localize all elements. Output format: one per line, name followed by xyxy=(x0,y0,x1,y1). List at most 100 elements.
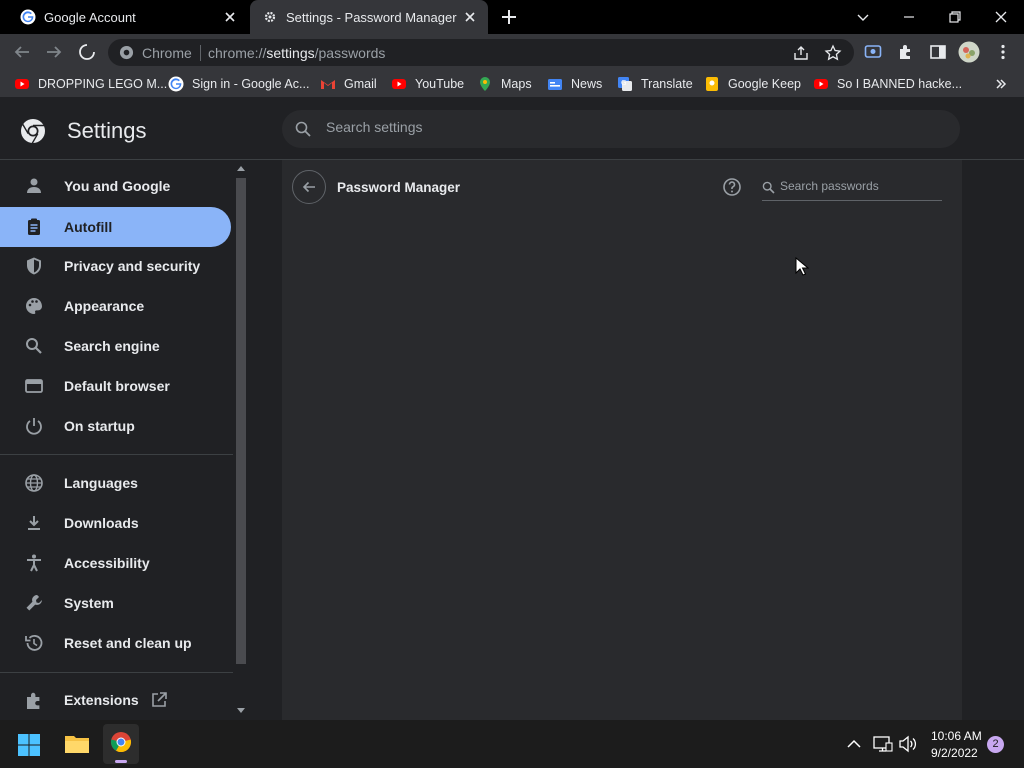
sidebar-item-downloads[interactable]: Downloads xyxy=(0,503,231,543)
omnibox-chip: Chrome xyxy=(142,45,192,61)
sidebar-item-default-browser[interactable]: Default browser xyxy=(0,366,231,406)
sidebar-scrollbar[interactable] xyxy=(233,160,249,720)
gear-icon xyxy=(264,11,276,23)
bookmark-label: News xyxy=(571,77,603,91)
settings-header: Settings xyxy=(0,98,1024,160)
forward-icon[interactable] xyxy=(43,41,65,63)
omnibox-url: chrome://settings/passwords xyxy=(208,45,385,61)
news-icon xyxy=(548,79,562,90)
taskbar-chrome-active[interactable] xyxy=(103,724,139,764)
side-panel-icon[interactable] xyxy=(929,43,947,61)
bookmark-item[interactable]: News xyxy=(547,76,602,92)
bookmark-item[interactable]: DROPPING LEGO M... xyxy=(14,76,167,92)
url-host: settings xyxy=(266,45,315,61)
browser-icon xyxy=(25,379,43,393)
bookmark-star-icon[interactable] xyxy=(824,44,842,62)
youtube-icon xyxy=(392,79,406,89)
search-icon xyxy=(295,121,311,137)
tab-google-account[interactable]: Google Account xyxy=(0,0,248,34)
clock-date[interactable]: 9/2/2022 xyxy=(931,746,978,760)
bookmark-item[interactable]: Gmail xyxy=(320,76,377,92)
bookmark-item[interactable]: Sign in - Google Ac... xyxy=(168,76,309,92)
sidebar-item-autofill[interactable]: Autofill xyxy=(0,207,231,247)
search-settings-input[interactable] xyxy=(326,119,826,135)
sidebar-item-on-startup[interactable]: On startup xyxy=(0,406,231,446)
omnibox-separator xyxy=(200,45,201,61)
tab-title: Settings - Password Manager xyxy=(286,9,457,25)
svg-text:G: G xyxy=(621,79,626,87)
search-settings-box[interactable] xyxy=(282,110,960,148)
browser-toolbar: Chrome chrome://settings/passwords xyxy=(0,34,1024,70)
bookmark-item[interactable]: G Translate xyxy=(617,76,693,92)
settings-sidebar: You and Google Autofill Privacy and secu… xyxy=(0,160,233,720)
sidebar-item-label: Autofill xyxy=(64,219,113,235)
maps-icon xyxy=(480,77,490,91)
restore-icon[interactable] xyxy=(944,6,966,28)
file-explorer-icon[interactable] xyxy=(64,732,90,756)
address-bar[interactable]: Chrome chrome://settings/passwords xyxy=(108,39,854,66)
tab-settings-password-manager[interactable]: Settings - Password Manager xyxy=(250,0,488,34)
bookmark-item[interactable]: Google Keep xyxy=(704,76,801,92)
chevron-up-icon[interactable] xyxy=(846,737,862,751)
volume-icon[interactable] xyxy=(898,735,918,753)
open-in-new-icon xyxy=(152,692,167,707)
new-tab-icon[interactable] xyxy=(500,8,518,26)
close-tab-icon[interactable] xyxy=(462,9,478,25)
windows-start-icon[interactable] xyxy=(17,733,41,757)
sidebar-item-reset-and-clean-up[interactable]: Reset and clean up xyxy=(0,623,231,663)
sidebar-item-label: You and Google xyxy=(64,178,171,194)
power-icon xyxy=(26,418,42,435)
sidebar-item-label: Downloads xyxy=(64,515,139,531)
scrollbar-thumb[interactable] xyxy=(236,178,246,664)
mouse-cursor-icon xyxy=(795,257,809,276)
arrow-back-icon xyxy=(302,181,315,193)
bookmark-label: Sign in - Google Ac... xyxy=(192,77,310,91)
notification-badge[interactable]: 2 xyxy=(987,736,1004,753)
bookmark-item[interactable]: So I BANNED hacke... xyxy=(813,76,962,92)
close-window-icon[interactable] xyxy=(990,6,1012,28)
bookmark-label: Google Keep xyxy=(728,77,801,91)
sidebar-item-privacy-and-security[interactable]: Privacy and security xyxy=(0,246,231,286)
bookmark-label: DROPPING LEGO M... xyxy=(38,77,168,91)
sidebar-item-label: Languages xyxy=(64,475,138,491)
screen-capture-icon[interactable] xyxy=(864,43,882,61)
extensions-puzzle-icon[interactable] xyxy=(897,43,915,61)
sidebar-item-extensions[interactable]: Extensions xyxy=(0,680,231,720)
sidebar-item-you-and-google[interactable]: You and Google xyxy=(0,166,231,206)
clock-time[interactable]: 10:06 AM xyxy=(931,729,982,743)
scroll-up-arrow-icon[interactable] xyxy=(236,164,246,172)
section-title: Password Manager xyxy=(337,180,461,195)
search-passwords-input[interactable] xyxy=(780,179,940,193)
profile-avatar[interactable] xyxy=(958,41,980,63)
sidebar-item-label: Privacy and security xyxy=(64,258,201,274)
download-icon xyxy=(28,516,40,530)
menu-kebab-icon[interactable] xyxy=(994,43,1012,61)
bookmark-item[interactable]: Maps xyxy=(477,76,532,92)
back-button[interactable] xyxy=(292,170,326,204)
sidebar-item-search-engine[interactable]: Search engine xyxy=(0,326,231,366)
network-icon[interactable] xyxy=(873,735,893,753)
search-passwords-box[interactable] xyxy=(762,177,942,201)
tab-title: Google Account xyxy=(44,9,136,25)
sidebar-item-accessibility[interactable]: Accessibility xyxy=(0,543,231,583)
person-icon xyxy=(27,178,41,193)
sidebar-item-system[interactable]: System xyxy=(0,583,231,623)
share-icon[interactable] xyxy=(792,44,810,62)
palette-icon xyxy=(26,298,42,314)
help-icon[interactable] xyxy=(722,177,742,197)
minimize-icon[interactable] xyxy=(898,6,920,28)
chrome-logo-icon xyxy=(21,119,45,144)
sidebar-item-label: On startup xyxy=(64,418,135,434)
close-tab-icon[interactable] xyxy=(222,9,238,25)
back-icon[interactable] xyxy=(11,41,33,63)
chrome-icon xyxy=(110,732,132,753)
sidebar-item-languages[interactable]: Languages xyxy=(0,463,231,503)
tab-search-chevron-icon[interactable] xyxy=(852,6,874,28)
password-manager-card: Password Manager xyxy=(282,160,962,720)
scroll-down-arrow-icon[interactable] xyxy=(236,707,246,715)
sidebar-item-appearance[interactable]: Appearance xyxy=(0,286,231,326)
bookmark-item[interactable]: YouTube xyxy=(391,76,464,92)
chevron-double-right-icon[interactable] xyxy=(994,77,1008,91)
globe-icon xyxy=(25,474,43,492)
stop-loading-icon[interactable] xyxy=(76,41,98,63)
